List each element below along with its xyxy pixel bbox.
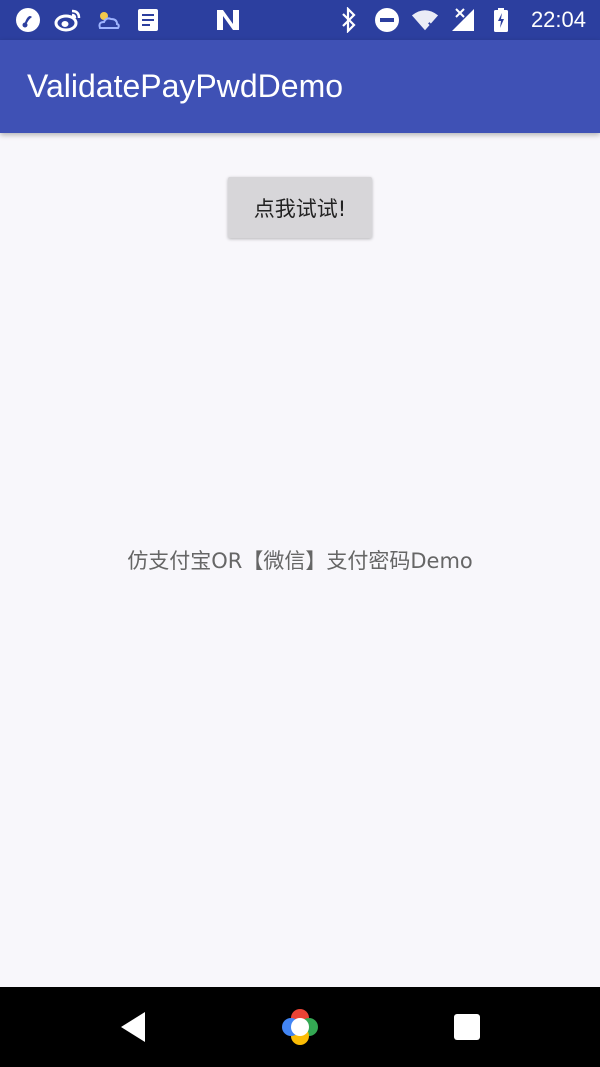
status-bar: 22:04 [0,0,600,40]
recents-icon [454,1014,480,1040]
app-title: ValidatePayPwdDemo [27,68,344,104]
battery-icon [487,6,515,34]
status-time: 22:04 [530,7,586,32]
status-bar-system: 22:04 [335,0,586,40]
wifi-icon [411,6,439,34]
try-button[interactable]: 点我试试! [228,177,372,238]
n-icon [214,6,242,34]
main-content: 点我试试! 仿支付宝OR【微信】支付密码Demo [0,133,600,987]
do-not-disturb-icon [373,6,401,34]
status-bar-notifications [14,0,242,40]
navigation-bar [0,987,600,1067]
home-button[interactable] [260,987,340,1067]
app-bar: ValidatePayPwdDemo [0,40,600,133]
signal-icon [449,6,477,34]
demo-description: 仿支付宝OR【微信】支付密码Demo [127,549,473,573]
bluetooth-icon [335,6,363,34]
home-icon [282,1009,318,1045]
back-icon [121,1012,145,1042]
recents-button[interactable] [427,987,507,1067]
music-app-icon [14,6,42,34]
back-button[interactable] [93,987,173,1067]
notes-icon [134,6,162,34]
weather-icon [94,6,122,34]
weibo-icon [54,6,82,34]
